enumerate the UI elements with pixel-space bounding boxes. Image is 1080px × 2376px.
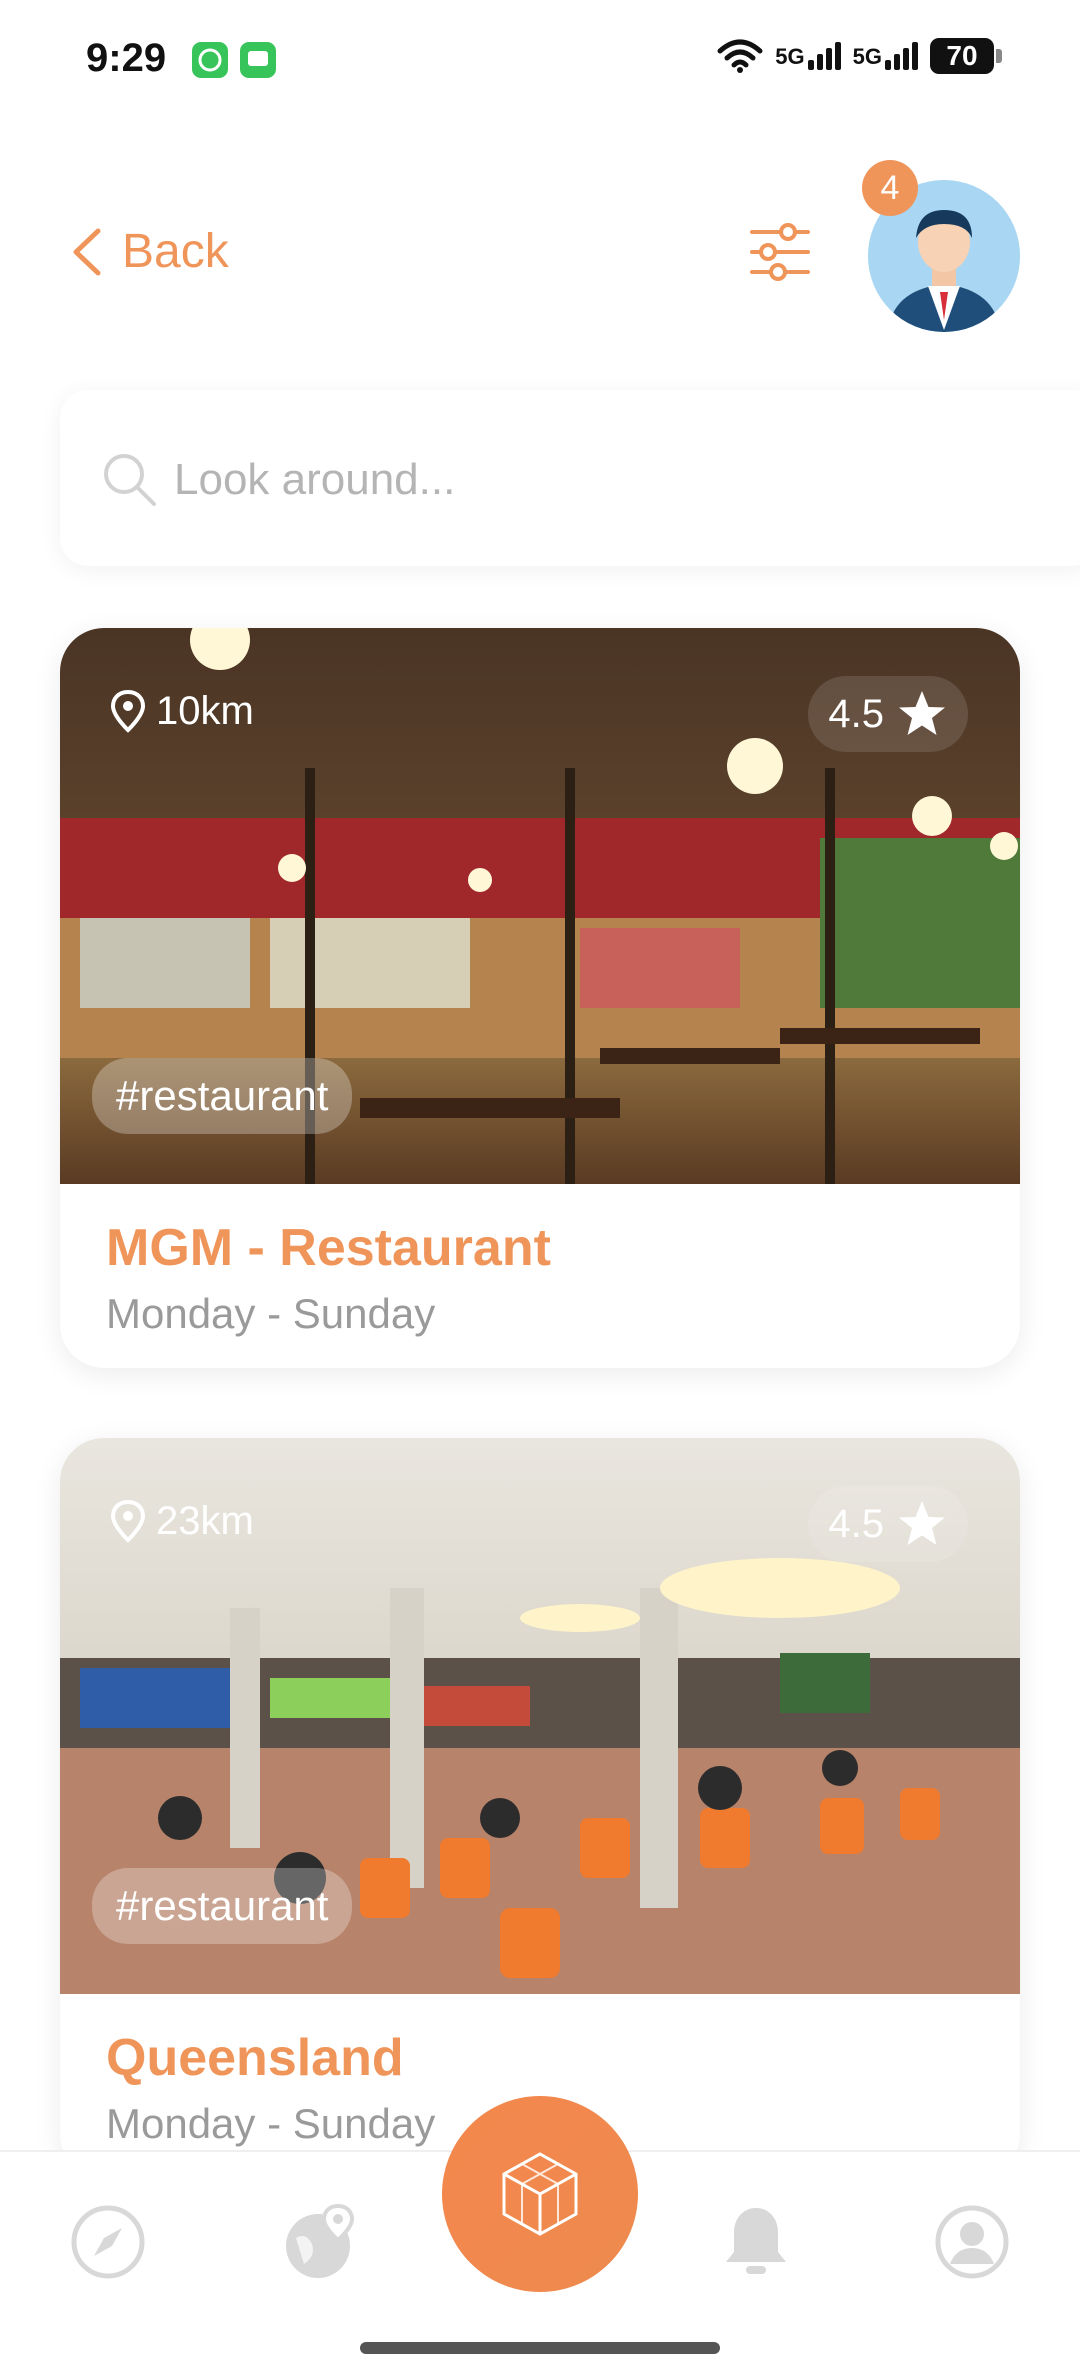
notification-badge: 4 <box>862 160 918 216</box>
signal-5g-2: 5G <box>853 42 918 70</box>
bottom-navigation <box>0 2096 1080 2376</box>
network-label: 5G <box>775 44 805 69</box>
distance-label: 23km <box>108 1498 254 1544</box>
status-time: 9:29 <box>86 36 167 80</box>
tag-chip[interactable]: #restaurant <box>92 1058 353 1134</box>
globe-location-icon[interactable] <box>282 2202 362 2282</box>
rating-badge: 4.5 <box>808 676 968 752</box>
search-icon <box>104 454 156 506</box>
rating-value: 4.5 <box>828 1501 884 1546</box>
distance-value: 23km <box>156 1498 254 1543</box>
ar-cube-icon <box>502 2152 578 2236</box>
star-icon <box>899 1501 945 1545</box>
sliders-icon <box>750 223 810 281</box>
signal-5g-1: 5G <box>775 42 841 70</box>
profile-icon[interactable] <box>932 2202 1012 2282</box>
back-label: Back <box>122 225 229 278</box>
place-photo: 10km 4.5 #restaurant <box>60 628 1020 1184</box>
battery-indicator: 70 <box>930 38 1002 74</box>
filter-button[interactable] <box>748 220 812 284</box>
messages-icon <box>240 42 276 78</box>
rating-value: 4.5 <box>828 691 884 736</box>
top-header: Back 4 <box>0 160 1080 360</box>
bell-icon[interactable] <box>716 2202 796 2282</box>
status-indicators: 5G 5G 70 <box>717 38 1002 74</box>
place-photo: 23km 4.5 #restaurant <box>60 1438 1020 1994</box>
compass-icon[interactable] <box>68 2202 148 2282</box>
status-bar: 9:29 5G 5G 70 <box>0 0 1080 120</box>
place-hours: Monday - Sunday <box>106 1290 436 1337</box>
whatsapp-icon <box>192 42 228 78</box>
location-pin-icon <box>110 1499 146 1543</box>
place-title: MGM - Restaurant <box>106 1219 551 1277</box>
home-indicator <box>360 2342 720 2354</box>
place-title: Queensland <box>106 2029 404 2087</box>
place-card[interactable]: 23km 4.5 #restaurant Queensland Monday -… <box>60 1438 1020 2178</box>
network-label: 5G <box>852 44 882 69</box>
wifi-icon <box>717 39 763 73</box>
ar-cube-button[interactable] <box>442 2096 638 2292</box>
star-icon <box>899 691 945 735</box>
distance-value: 10km <box>156 688 254 733</box>
search-input[interactable] <box>172 440 976 520</box>
back-button[interactable]: Back <box>70 224 229 279</box>
place-card[interactable]: 10km 4.5 #restaurant MGM - Restaurant Mo… <box>60 628 1020 1368</box>
profile-avatar-button[interactable]: 4 <box>862 160 1022 332</box>
location-pin-icon <box>110 689 146 733</box>
search-bar <box>60 390 1080 566</box>
tag-chip[interactable]: #restaurant <box>92 1868 353 1944</box>
rating-badge: 4.5 <box>808 1486 968 1562</box>
chevron-left-icon <box>73 228 101 275</box>
place-hours: Monday - Sunday <box>106 2100 436 2147</box>
distance-label: 10km <box>108 688 254 734</box>
